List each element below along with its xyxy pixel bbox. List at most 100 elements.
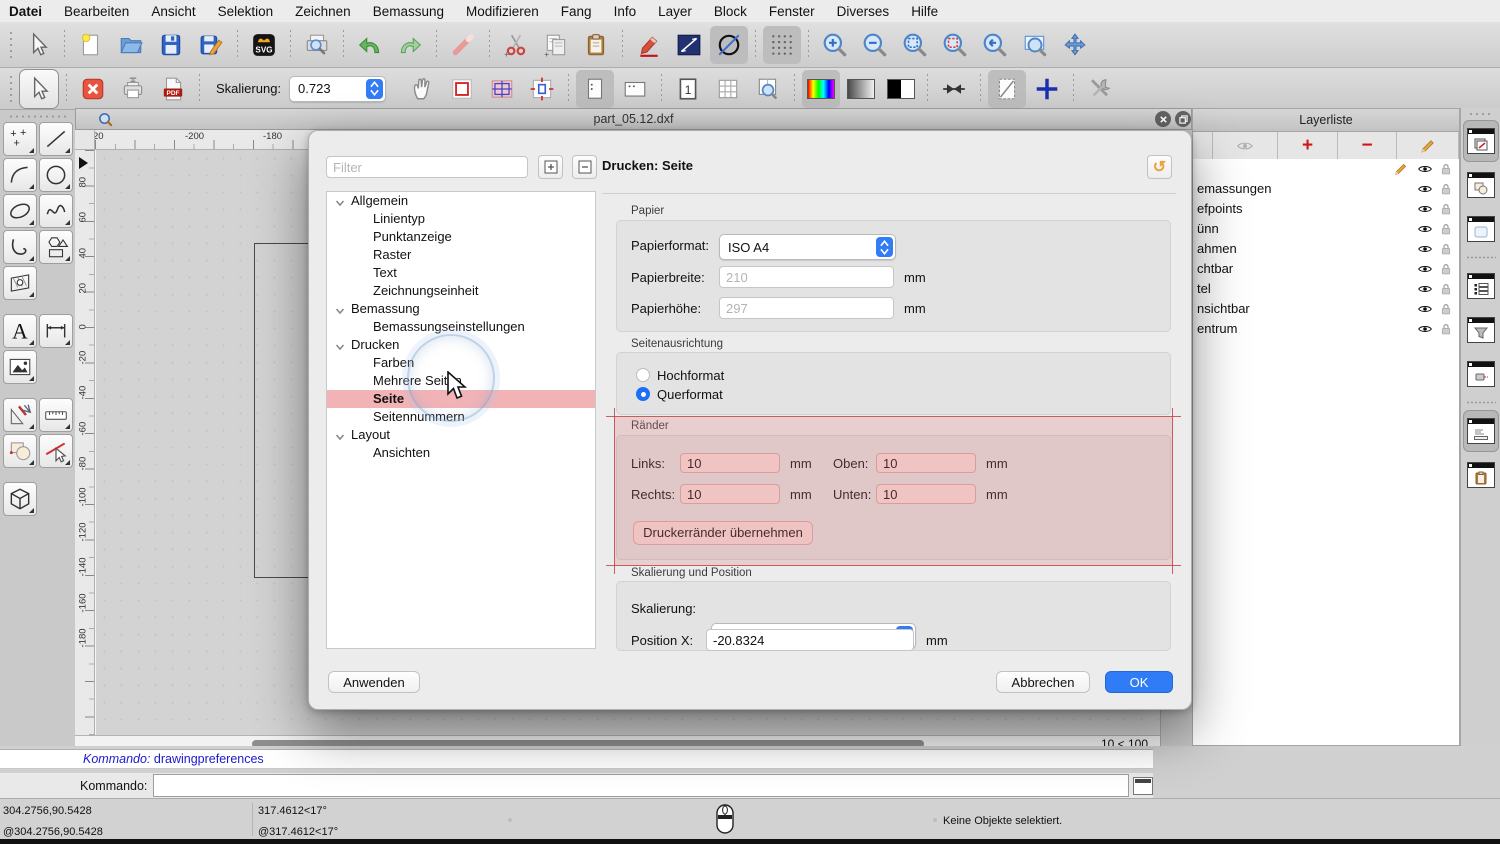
- eye-icon[interactable]: [1417, 301, 1433, 317]
- color-full-icon[interactable]: [802, 69, 841, 108]
- dock-property-editor-icon[interactable]: [1463, 265, 1499, 307]
- palette-line-icon[interactable]: [39, 122, 73, 156]
- new-file-icon[interactable]: [72, 26, 110, 64]
- eye-icon[interactable]: [1417, 201, 1433, 217]
- print-preview-icon[interactable]: [298, 26, 336, 64]
- menu-layer[interactable]: Layer: [647, 4, 703, 19]
- lock-icon[interactable]: [1439, 221, 1453, 237]
- dock-selection-filter-icon[interactable]: [1463, 309, 1499, 351]
- palette-blocks-icon[interactable]: [3, 434, 37, 468]
- svg-export-icon[interactable]: SVG: [245, 26, 283, 64]
- palette-text-icon[interactable]: A: [3, 314, 37, 348]
- menu-fenster[interactable]: Fenster: [758, 4, 826, 19]
- eye-icon[interactable]: [1417, 281, 1433, 297]
- menu-bearbeiten[interactable]: Bearbeiten: [53, 4, 140, 19]
- zoom-in-icon[interactable]: [816, 26, 854, 64]
- zoom-auto-icon[interactable]: [896, 26, 934, 64]
- tree-item-allgemein[interactable]: Allgemein: [327, 192, 595, 210]
- lock-icon[interactable]: [1439, 181, 1453, 197]
- unten-input[interactable]: [876, 484, 976, 504]
- druckerraender-button[interactable]: Druckerränder übernehmen: [633, 521, 813, 545]
- tree-item-mehrere-seiten[interactable]: Mehrere Seiten: [327, 372, 595, 390]
- tree-item-seite[interactable]: Seite: [327, 390, 595, 408]
- palette-modify-icon[interactable]: [3, 398, 37, 432]
- layer-row[interactable]: nsichtbar: [1193, 299, 1459, 319]
- menu-modifizieren[interactable]: Modifizieren: [455, 4, 550, 19]
- menu-diverses[interactable]: Diverses: [826, 4, 901, 19]
- filter-input[interactable]: [326, 156, 528, 178]
- position-x-input[interactable]: [706, 629, 914, 651]
- ok-button[interactable]: OK: [1105, 671, 1173, 693]
- lock-icon[interactable]: [1439, 281, 1453, 297]
- eye-icon[interactable]: [1417, 181, 1433, 197]
- collapse-all-icon[interactable]: [572, 155, 597, 179]
- lineweight-icon[interactable]: [935, 70, 973, 108]
- abbrechen-button[interactable]: Abbrechen: [996, 671, 1090, 693]
- pencil-icon[interactable]: [630, 26, 668, 64]
- skalierung-toolbar-select[interactable]: 0.723: [289, 75, 387, 102]
- hand-icon[interactable]: [403, 70, 441, 108]
- dock-command-line-icon[interactable]: [1462, 410, 1499, 452]
- palette-solid-icon[interactable]: [3, 482, 37, 516]
- document-close-icon[interactable]: [1155, 111, 1171, 127]
- menu-info[interactable]: Info: [603, 4, 648, 19]
- edit-layer-icon[interactable]: [1397, 132, 1459, 159]
- menu-block[interactable]: Block: [703, 4, 758, 19]
- tree-item-layout[interactable]: Layout: [327, 426, 595, 444]
- draft-icon[interactable]: [988, 69, 1027, 108]
- palette-circle-icon[interactable]: [39, 158, 73, 192]
- crosshair-icon[interactable]: [1028, 70, 1066, 108]
- tree-item-punktanzeige[interactable]: Punktanzeige: [327, 228, 595, 246]
- eye-icon[interactable]: [1417, 221, 1433, 237]
- grid-icon[interactable]: [763, 25, 801, 64]
- links-input[interactable]: [680, 453, 780, 473]
- palette-arc-icon[interactable]: [3, 158, 37, 192]
- hochformat-label[interactable]: Hochformat: [657, 368, 724, 383]
- skalierung-toolbar-stepper-icon[interactable]: [366, 78, 384, 99]
- remove-layer-icon[interactable]: −: [1338, 132, 1397, 159]
- pdf-icon[interactable]: PDF: [154, 70, 192, 108]
- palette-select-icon[interactable]: [39, 434, 73, 468]
- chevron-down-icon[interactable]: [335, 429, 346, 441]
- document-title-bar[interactable]: part_05.12.dxf: [75, 108, 1192, 130]
- save-as-icon[interactable]: [192, 26, 230, 64]
- lock-icon[interactable]: [1439, 241, 1453, 257]
- lock-icon[interactable]: [1439, 261, 1453, 277]
- tree-item-ansichten[interactable]: Ansichten: [327, 444, 595, 462]
- rechts-input[interactable]: [680, 484, 780, 504]
- palette-shapes-icon[interactable]: [39, 230, 73, 264]
- palette-hatch-icon[interactable]: [3, 266, 37, 300]
- tree-item-raster[interactable]: Raster: [327, 246, 595, 264]
- selection-arrow-icon[interactable]: [19, 68, 59, 109]
- menu-bemassung[interactable]: Bemassung: [362, 4, 455, 19]
- revert-icon[interactable]: ↺: [1147, 155, 1172, 179]
- querformat-label[interactable]: Querformat: [657, 387, 723, 402]
- cut-icon[interactable]: +: [497, 26, 535, 64]
- layer-row[interactable]: ünn: [1193, 219, 1459, 239]
- color-gray-icon[interactable]: [842, 70, 880, 108]
- position-icon[interactable]: [523, 70, 561, 108]
- menu-zeichnen[interactable]: Zeichnen: [284, 4, 362, 19]
- dock-layers-icon[interactable]: [1462, 120, 1499, 162]
- oben-input[interactable]: [876, 453, 976, 473]
- layer-row[interactable]: chtbar: [1193, 259, 1459, 279]
- eraser-icon[interactable]: [444, 26, 482, 64]
- save-icon[interactable]: [152, 26, 190, 64]
- zoom-out-icon[interactable]: [856, 26, 894, 64]
- command-window-toggle-icon[interactable]: [1133, 776, 1153, 795]
- dock-projection-icon[interactable]: [1463, 353, 1499, 395]
- hochformat-radio[interactable]: [636, 368, 650, 382]
- menu-fang[interactable]: Fang: [550, 4, 603, 19]
- menu-ansicht[interactable]: Ansicht: [140, 4, 206, 19]
- palette-measure-icon[interactable]: [39, 398, 73, 432]
- page-grid-icon[interactable]: [709, 70, 747, 108]
- palette-spline-icon[interactable]: [39, 194, 73, 228]
- paste-icon[interactable]: [577, 26, 615, 64]
- eye-icon[interactable]: [1417, 261, 1433, 277]
- layer-row[interactable]: emassungen: [1193, 179, 1459, 199]
- querformat-radio[interactable]: [636, 387, 650, 401]
- portrait-icon[interactable]: [576, 69, 615, 108]
- tree-item-text[interactable]: Text: [327, 264, 595, 282]
- toggle-visibility-icon[interactable]: [1213, 132, 1278, 159]
- palette-image-icon[interactable]: [3, 350, 37, 384]
